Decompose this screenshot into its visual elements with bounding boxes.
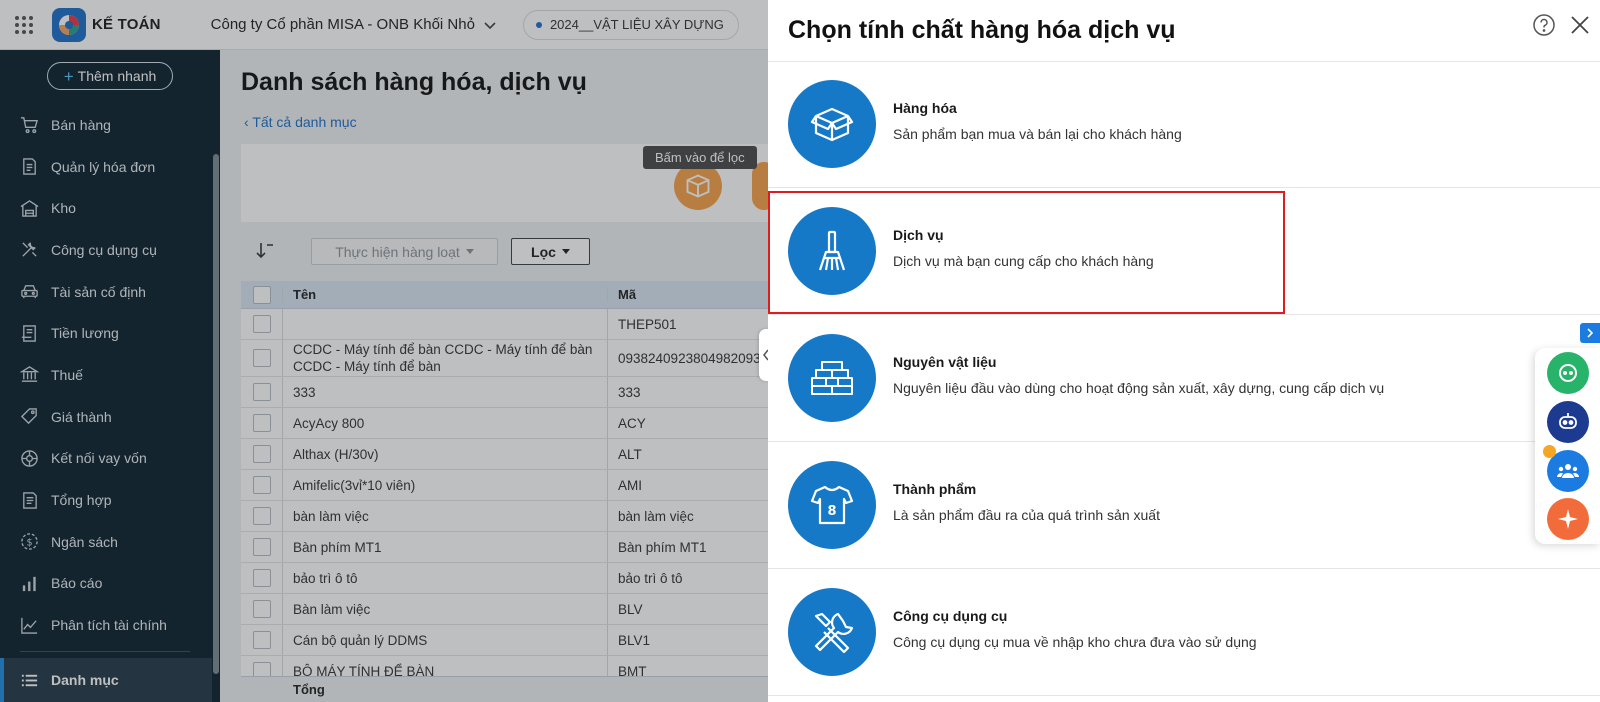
item-type-drawer: Chọn tính chất hàng hóa dịch vụ Hàng hóa… xyxy=(768,0,1600,702)
close-icon[interactable] xyxy=(1568,13,1592,37)
wrench-screwdriver-icon xyxy=(788,588,876,676)
option-hang-hoa[interactable]: Hàng hóa Sản phẩm bạn mua và bán lại cho… xyxy=(768,62,1600,188)
option-description: Nguyên liệu đầu vào dùng cho hoạt động s… xyxy=(893,380,1385,396)
option-description: Sản phẩm bạn mua và bán lại cho khách hà… xyxy=(893,126,1182,142)
ai-sparkle-icon[interactable] xyxy=(1547,498,1589,540)
option-description: Dịch vụ mà bạn cung cấp cho khách hàng xyxy=(893,253,1154,269)
option-nguyen-vat-lieu[interactable]: Nguyên vật liệu Nguyên liệu đầu vào dùng… xyxy=(768,316,1600,442)
bricks-icon xyxy=(788,334,876,422)
option-description: Là sản phẩm đầu ra của quá trình sản xuấ… xyxy=(893,507,1160,523)
option-thanh-pham[interactable]: 8 Thành phẩm Là sản phẩm đầu ra của quá … xyxy=(768,443,1600,569)
shirt-icon: 8 xyxy=(788,461,876,549)
svg-text:8: 8 xyxy=(827,504,836,519)
option-title: Thành phẩm xyxy=(893,481,977,497)
option-cong-cu-dung-cu[interactable]: Công cụ dụng cụ Công cụ dụng cụ mua về n… xyxy=(768,570,1600,696)
drawer-title: Chọn tính chất hàng hóa dịch vụ xyxy=(788,16,1176,44)
modal-backdrop[interactable] xyxy=(0,0,768,702)
broom-icon xyxy=(788,207,876,295)
chevron-right-icon xyxy=(1587,328,1594,338)
option-description: Công cụ dụng cụ mua về nhập kho chưa đưa… xyxy=(893,634,1257,650)
expand-widgets-button[interactable] xyxy=(1580,323,1600,343)
notification-dot xyxy=(1543,445,1556,458)
option-title: Nguyên vật liệu xyxy=(893,354,997,370)
box-icon xyxy=(788,80,876,168)
option-dich-vu[interactable]: Dịch vụ Dịch vụ mà bạn cung cấp cho khác… xyxy=(768,189,1600,315)
robot-assistant-icon[interactable] xyxy=(1547,401,1589,443)
help-icon[interactable] xyxy=(1532,13,1556,37)
option-title: Hàng hóa xyxy=(893,100,957,116)
option-title: Dịch vụ xyxy=(893,227,944,243)
chat-icon[interactable] xyxy=(1547,352,1589,394)
option-title: Công cụ dụng cụ xyxy=(893,608,1008,624)
